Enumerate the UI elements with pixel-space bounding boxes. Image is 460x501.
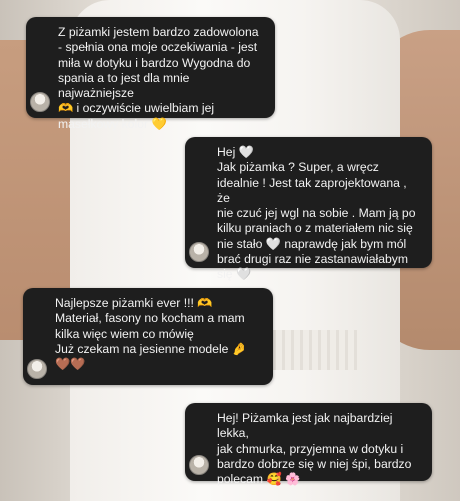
review-message-2: Hej 🤍 Jak piżamka ? Super, a wręcz ideal… [185,137,432,281]
message-text: Z piżamki jestem bardzo zadowolona - spe… [58,25,259,131]
message-text: Hej 🤍 Jak piżamka ? Super, a wręcz ideal… [217,145,416,282]
avatar [30,92,50,112]
message-text: Najlepsze piżamki ever !!! 🫶 Materiał, f… [55,296,247,372]
avatar [189,455,209,475]
avatar [189,242,209,262]
review-message-4: Hej! Piżamka jest jak najbardziej lekka,… [185,403,432,486]
avatar [27,359,47,379]
review-message-1: Z piżamki jestem bardzo zadowolona - spe… [26,17,275,131]
message-text: Hej! Piżamka jest jak najbardziej lekka,… [217,411,412,487]
review-message-3: Najlepsze piżamki ever !!! 🫶 Materiał, f… [23,288,273,385]
